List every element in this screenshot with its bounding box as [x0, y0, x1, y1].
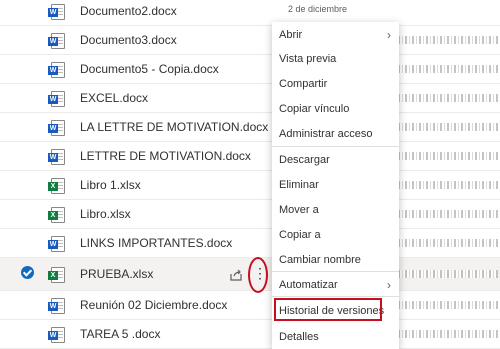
- file-name[interactable]: Reunión 02 Diciembre.docx: [80, 298, 227, 312]
- file-name[interactable]: EXCEL.docx: [80, 91, 148, 105]
- redacted-details: [398, 270, 498, 278]
- file-row[interactable]: W Reunión 02 Diciembre.docx: [0, 291, 500, 320]
- menu-separator: [272, 146, 399, 147]
- file-row[interactable]: W Documento2.docx 2 de diciembre: [0, 0, 500, 26]
- file-name[interactable]: LETTRE DE MOTIVATION.docx: [80, 149, 251, 163]
- menu-item-move-to[interactable]: Mover a: [272, 199, 399, 221]
- redacted-details: [398, 210, 498, 218]
- redacted-details: [398, 152, 498, 160]
- modified-date: 2 de diciembre: [288, 4, 348, 14]
- word-file-icon: W: [48, 120, 65, 136]
- file-name[interactable]: LINKS IMPORTANTES.docx: [80, 236, 232, 250]
- word-file-icon: W: [48, 149, 65, 165]
- file-name[interactable]: PRUEBA.xlsx: [80, 267, 153, 281]
- file-name[interactable]: Documento2.docx: [80, 4, 177, 18]
- file-row[interactable]: W Documento5 - Copia.docx: [0, 55, 500, 84]
- menu-item-rename[interactable]: Cambiar nombre: [272, 249, 399, 271]
- word-file-icon: W: [48, 236, 65, 252]
- excel-file-icon: X: [48, 207, 65, 223]
- menu-item-download[interactable]: Descargar: [272, 149, 399, 171]
- word-file-icon: W: [48, 91, 65, 107]
- file-name[interactable]: Documento5 - Copia.docx: [80, 62, 219, 76]
- file-name[interactable]: LA LETTRE DE MOTIVATION.docx: [80, 120, 268, 134]
- checkmark-circle-icon[interactable]: [21, 266, 34, 279]
- file-row[interactable]: X Libro.xlsx: [0, 200, 500, 229]
- word-file-icon: W: [48, 327, 65, 343]
- menu-separator: [272, 271, 399, 272]
- file-row[interactable]: W LINKS IMPORTANTES.docx: [0, 229, 500, 258]
- redacted-details: [398, 123, 498, 131]
- file-row[interactable]: W LA LETTRE DE MOTIVATION.docx: [0, 113, 500, 142]
- redacted-details: [398, 239, 498, 247]
- menu-item-copy-to[interactable]: Copiar a: [272, 224, 399, 246]
- file-row[interactable]: X Libro 1.xlsx: [0, 171, 500, 200]
- chevron-right-icon: ›: [387, 28, 391, 42]
- word-file-icon: W: [48, 33, 65, 49]
- menu-item-share[interactable]: Compartir: [272, 73, 399, 95]
- menu-item-delete[interactable]: Eliminar: [272, 174, 399, 196]
- share-icon[interactable]: [229, 268, 243, 282]
- highlight-oval: [248, 257, 268, 293]
- redacted-details: [398, 330, 498, 338]
- highlight-box: [274, 298, 382, 321]
- file-list: W Documento2.docx 2 de diciembre W Docum…: [0, 0, 500, 349]
- file-name[interactable]: Libro.xlsx: [80, 207, 131, 221]
- redacted-details: [398, 94, 498, 102]
- chevron-right-icon: ›: [387, 278, 391, 292]
- word-file-icon: W: [48, 4, 65, 20]
- menu-item-automate[interactable]: Automatizar ›: [272, 274, 399, 296]
- word-file-icon: W: [48, 298, 65, 314]
- file-row[interactable]: W LETTRE DE MOTIVATION.docx: [0, 142, 500, 171]
- menu-item-preview[interactable]: Vista previa: [272, 48, 399, 70]
- file-row[interactable]: W EXCEL.docx: [0, 84, 500, 113]
- menu-item-open[interactable]: Abrir ›: [272, 24, 399, 46]
- excel-file-icon: X: [48, 267, 65, 283]
- redacted-details: [398, 181, 498, 189]
- redacted-details: [398, 301, 498, 309]
- redacted-details: [398, 65, 498, 73]
- excel-file-icon: X: [48, 178, 65, 194]
- word-file-icon: W: [48, 62, 65, 78]
- file-name[interactable]: Libro 1.xlsx: [80, 178, 141, 192]
- menu-separator: [272, 296, 399, 297]
- file-row[interactable]: W TAREA 5 .docx: [0, 320, 500, 349]
- redacted-details: [398, 36, 498, 44]
- menu-item-details[interactable]: Detalles: [272, 326, 399, 348]
- menu-item-manage-access[interactable]: Administrar acceso: [272, 123, 399, 145]
- file-name[interactable]: TAREA 5 .docx: [80, 327, 160, 341]
- menu-item-copy-link[interactable]: Copiar vínculo: [272, 98, 399, 120]
- file-row[interactable]: W Documento3.docx: [0, 26, 500, 55]
- file-name[interactable]: Documento3.docx: [80, 33, 177, 47]
